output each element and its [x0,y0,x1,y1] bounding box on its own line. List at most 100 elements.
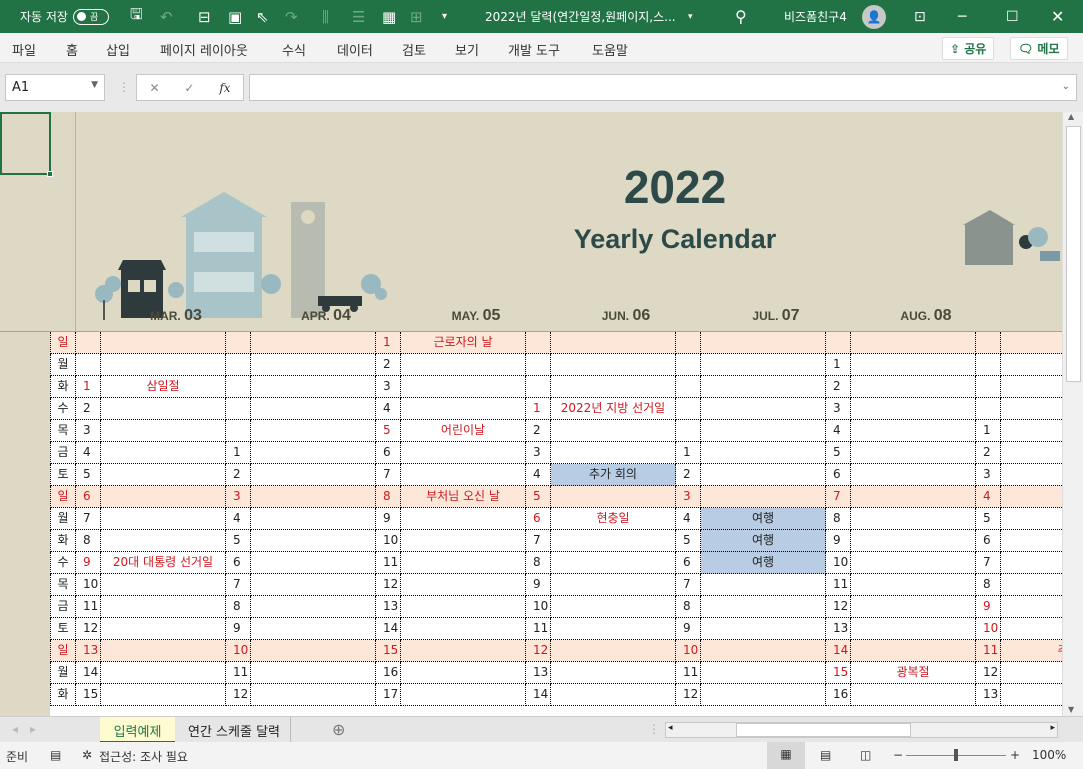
maximize-icon[interactable]: ☐ [1006,0,1019,33]
event-cell[interactable] [101,530,226,552]
event-cell[interactable] [851,684,976,706]
event-cell[interactable] [101,618,226,640]
event-cell[interactable] [851,640,976,662]
event-cell[interactable] [1001,684,1062,706]
day-number-cell[interactable]: 3 [676,486,701,508]
day-number-cell[interactable]: 1 [376,332,401,354]
name-box[interactable]: A1 ▼ [5,74,105,101]
event-cell[interactable] [251,398,376,420]
event-cell[interactable] [551,420,676,442]
vertical-scrollbar[interactable]: ▲ ▼ [1062,112,1083,716]
event-cell[interactable] [1001,618,1062,640]
event-cell[interactable] [101,332,226,354]
day-number-cell[interactable]: 8 [826,508,851,530]
day-number-cell[interactable]: 11 [976,640,1001,662]
add-sheet-icon[interactable]: ⊕ [332,720,345,739]
event-cell[interactable] [851,398,976,420]
event-cell[interactable] [551,376,676,398]
page-layout-view-icon[interactable]: ▤ [820,748,831,762]
day-number-cell[interactable] [976,376,1001,398]
event-cell[interactable] [701,618,826,640]
day-number-cell[interactable]: 6 [976,530,1001,552]
event-cell[interactable] [701,420,826,442]
day-number-cell[interactable]: 14 [76,662,101,684]
event-cell[interactable] [401,552,526,574]
redo-icon[interactable]: ↷ [285,0,298,33]
tab-file[interactable]: 파일 [12,40,36,59]
customize-qat-icon[interactable]: ▾ [442,0,447,33]
event-cell[interactable] [851,420,976,442]
event-cell[interactable] [101,574,226,596]
zoom-slider-thumb[interactable] [954,749,958,761]
day-number-cell[interactable]: 5 [526,486,551,508]
day-number-cell[interactable]: 12 [526,640,551,662]
screenshot-icon[interactable]: ▣ [228,0,242,33]
share-button[interactable]: ⇪ 공유 [942,37,995,60]
day-number-cell[interactable]: 1 [826,354,851,376]
day-number-cell[interactable]: 12 [376,574,401,596]
day-number-cell[interactable]: 8 [226,596,251,618]
day-number-cell[interactable] [226,332,251,354]
day-number-cell[interactable] [676,354,701,376]
insert-function-icon[interactable]: fx [219,81,230,95]
day-number-cell[interactable]: 7 [376,464,401,486]
day-number-cell[interactable]: 12 [76,618,101,640]
horizontal-scrollbar[interactable]: ◂ ▸ [665,722,1058,738]
comments-button[interactable]: 🗨 메모 [1010,37,1068,60]
event-cell[interactable] [251,684,376,706]
day-number-cell[interactable]: 16 [826,684,851,706]
event-cell[interactable] [401,662,526,684]
event-cell[interactable] [701,574,826,596]
event-cell[interactable] [101,354,226,376]
user-name[interactable]: 비즈폼친구4 [784,0,847,33]
ribbon-display-icon[interactable]: ⊡ [914,0,926,33]
event-cell[interactable] [701,332,826,354]
day-number-cell[interactable]: 11 [376,552,401,574]
event-cell[interactable] [401,464,526,486]
event-cell[interactable] [701,662,826,684]
event-cell[interactable] [701,354,826,376]
event-cell[interactable]: 여행 [701,552,826,574]
day-number-cell[interactable]: 5 [376,420,401,442]
event-cell[interactable] [701,486,826,508]
day-number-cell[interactable]: 8 [976,574,1001,596]
event-cell[interactable]: 부처님 오신 날 [401,486,526,508]
day-number-cell[interactable]: 10 [226,640,251,662]
day-number-cell[interactable] [676,332,701,354]
day-number-cell[interactable]: 15 [376,640,401,662]
event-cell[interactable] [101,442,226,464]
day-number-cell[interactable]: 11 [226,662,251,684]
day-number-cell[interactable] [676,376,701,398]
tab-splitter[interactable]: ⋮ [648,722,660,736]
scroll-right-icon[interactable]: ▸ [1050,723,1055,733]
event-cell[interactable] [401,640,526,662]
autosave[interactable]: 자동 저장 끔 [20,0,109,33]
event-cell[interactable] [851,618,976,640]
day-number-cell[interactable]: 5 [826,442,851,464]
day-number-cell[interactable]: 9 [76,552,101,574]
day-number-cell[interactable]: 3 [826,398,851,420]
day-number-cell[interactable]: 6 [526,508,551,530]
distribute-icon[interactable]: ☰ [352,0,365,33]
day-number-cell[interactable]: 5 [226,530,251,552]
day-number-cell[interactable]: 10 [526,596,551,618]
day-number-cell[interactable]: 13 [526,662,551,684]
align-icon[interactable]: ⫼ [322,0,329,33]
zoom-slider[interactable] [906,749,1006,761]
autosave-toggle[interactable]: 끔 [72,8,109,25]
day-number-cell[interactable]: 4 [226,508,251,530]
day-number-cell[interactable] [976,354,1001,376]
event-cell[interactable] [101,486,226,508]
day-number-cell[interactable]: 7 [526,530,551,552]
event-cell[interactable]: 여행 [701,508,826,530]
tab-formulas[interactable]: 수식 [282,40,306,59]
event-cell[interactable] [251,574,376,596]
day-number-cell[interactable]: 5 [976,508,1001,530]
event-cell[interactable] [851,354,976,376]
day-number-cell[interactable]: 12 [976,662,1001,684]
event-cell[interactable] [551,486,676,508]
day-number-cell[interactable]: 2 [226,464,251,486]
day-number-cell[interactable]: 6 [826,464,851,486]
day-number-cell[interactable]: 15 [76,684,101,706]
day-number-cell[interactable]: 11 [826,574,851,596]
